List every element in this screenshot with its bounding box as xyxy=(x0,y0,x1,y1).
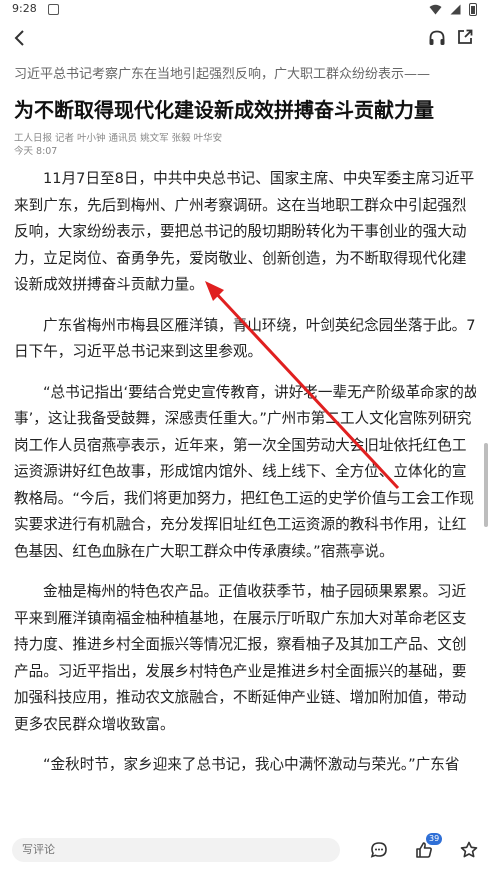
like-count-badge: 39 xyxy=(426,833,443,845)
paragraph-line: 来到广东，先后到梅州、广州考察调研。这在当地职工群众中引起强烈 xyxy=(14,196,467,214)
back-arrow-icon[interactable] xyxy=(10,28,30,48)
article-date: 今天 8:07 xyxy=(14,146,58,157)
paragraph-line: 平来到雁洋镇南福金柚种植基地，在展示厅听取广东加大对革命老区支 xyxy=(14,609,467,627)
paragraph-line: “总书记指出‘要结合党史宣传教育，讲好老一辈无产阶级革命家的故 xyxy=(43,383,476,401)
paragraph-line: 日下午，习近平总书记来到这里参观。 xyxy=(14,343,263,360)
bottom-bar xyxy=(0,831,489,869)
paragraph-line: 加强科技应用，推动农文旅融合，不断延伸产业链、增加附加值，带动 xyxy=(14,689,467,706)
paragraph-line: 反响，大家纷纷表示，要把总书记的殷切期盼转化为干事创业的强大动 xyxy=(14,223,467,240)
top-nav xyxy=(0,20,489,56)
cell-signal-icon xyxy=(450,4,461,15)
status-time: 9:28 xyxy=(12,2,37,15)
paragraph-5: “金秋时节，家乡迎来了总书记，我心中满怀激动与荣光。”广东省 xyxy=(14,752,476,779)
article-title: 为不断取得现代化建设新成效拼搏奋斗贡献力量 xyxy=(14,98,434,122)
paragraph-line: 更多农民群众增收致富。 xyxy=(14,715,175,733)
comment-input[interactable] xyxy=(12,838,340,862)
headphones-icon[interactable] xyxy=(428,29,446,47)
share-icon[interactable] xyxy=(456,28,474,46)
paragraph-line: 广东省梅州市梅县区雁洋镇，青山环绕，叶剑英纪念园坐落于此。7 xyxy=(43,316,476,334)
paragraph-line: 岗工作人员宿燕亭表示，近年来，第一次全国劳动大会旧址依托红色工 xyxy=(14,436,467,454)
paragraph-line: 11月7日至8日，中共中央总书记、国家主席、中央军委主席习近平 xyxy=(43,170,475,187)
paragraph-line: 金柚是梅州的特色农产品。正值收获季节，柚子园硕果累累。习近 xyxy=(43,583,467,600)
paragraph-line: 力，立足岗位、奋勇争先，爱岗敬业、创新创造，为不断取得现代化建 xyxy=(14,249,467,267)
paragraph-3: “总书记指出‘要结合党史宣传教育，讲好老一辈无产阶级革命家的故 事’，这让我备受… xyxy=(14,380,476,566)
paragraph-line: 运资源讲好红色故事，形成馆内馆外、线上线下、全方位、立体化的宣 xyxy=(14,463,467,480)
paragraph-1: 11月7日至8日，中共中央总书记、国家主席、中央军委主席习近平 来到广东，先后到… xyxy=(14,166,476,299)
paragraph-line: 事’，这让我备受鼓舞，深感责任重大。”广州市第二工人文化宫陈列研究 xyxy=(14,410,472,427)
paragraph-line: 教格局。“今后，我们将更加努力，把红色工运的史学价值与工会工作现 xyxy=(14,489,474,507)
scrollbar-thumb[interactable] xyxy=(484,443,488,527)
status-icons xyxy=(429,3,477,16)
comment-icon[interactable] xyxy=(369,840,389,860)
article-subhead: 习近平总书记考察广东在当地引起强烈反响，广大职工群众纷纷表示—— xyxy=(14,67,431,82)
paragraph-2: 广东省梅州市梅县区雁洋镇，青山环绕，叶剑英纪念园坐落于此。7 日下午，习近平总书… xyxy=(14,313,476,366)
paragraph-line: 设新成效拼搏奋斗贡献力量。 xyxy=(14,276,204,293)
paragraph-4: 金柚是梅州的特色农产品。正值收获季节，柚子园硕果累累。习近 平来到雁洋镇南福金柚… xyxy=(14,579,476,738)
paragraph-line: 实要求进行有机融合，充分发挥旧址红色工运资源的教科书作用，让红 xyxy=(14,516,467,533)
article-byline: 工人日报 记者 叶小钟 通讯员 姚文军 张毅 叶华安 xyxy=(14,133,223,144)
status-bar: 9:28 xyxy=(0,0,489,20)
battery-icon xyxy=(469,3,477,16)
paragraph-line: 产品。习近平指出，发展乡村特色产业是推进乡村全面振兴的基础，要 xyxy=(14,662,467,680)
paragraph-line: 色基因、红色血脉在广大职工群众中传承赓续。”宿燕亭说。 xyxy=(14,542,394,560)
article: 习近平总书记考察广东在当地引起强烈反响，广大职工群众纷纷表示—— 为不断取得现代… xyxy=(14,66,476,779)
paragraph-line: 持力度、推进乡村全面振兴等情况汇报，察看柚子及其加工产品、文创 xyxy=(14,636,467,653)
star-icon[interactable] xyxy=(459,840,479,860)
paragraph-line: “金秋时节，家乡迎来了总书记，我心中满怀激动与荣光。”广东省 xyxy=(43,756,460,773)
wifi-icon xyxy=(429,4,442,15)
notification-icon xyxy=(48,4,59,15)
